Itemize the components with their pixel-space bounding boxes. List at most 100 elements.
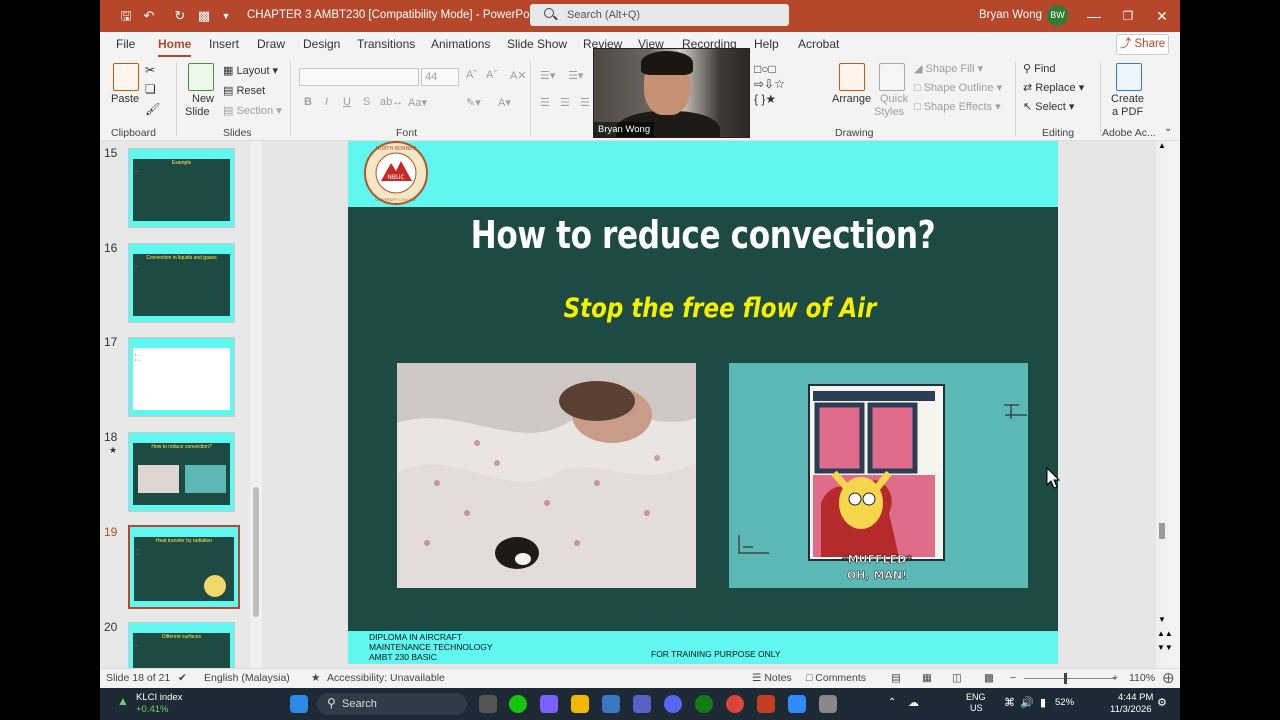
align-right-icon[interactable]: ☰ [580, 96, 590, 109]
create-pdf-icon[interactable] [1116, 63, 1142, 91]
current-slide[interactable]: NBUC NORTH BORNEO UNIVERSITY COLLEGE How… [348, 141, 1058, 664]
slide-thumbnail[interactable]: Example... [128, 148, 235, 228]
find-button[interactable]: ⚲ Find [1023, 62, 1056, 75]
show-hidden-icons-icon[interactable]: ⌃ [888, 697, 896, 708]
language-indicator-2[interactable]: US [970, 703, 983, 713]
slide-thumbnail[interactable]: Convection in liquids and gases... [128, 243, 235, 323]
file-explorer-icon[interactable] [571, 695, 589, 713]
paste-button[interactable]: Paste [111, 93, 139, 105]
format-painter-icon[interactable]: 🖌 [145, 102, 160, 116]
cloud-icon[interactable]: ☁ [908, 696, 919, 709]
user-name[interactable]: Bryan Wong [979, 9, 1042, 21]
font-color-icon[interactable]: A▾ [498, 96, 511, 109]
cartoon-window-image[interactable]: *MUFFLED* OH, MAN! [729, 363, 1028, 588]
taskbar-search[interactable]: ⚲ Search [317, 693, 467, 715]
undo-icon[interactable]: ↶ [141, 8, 157, 24]
app-icon[interactable] [509, 695, 527, 713]
scroll-down-icon[interactable]: ▼ [1158, 615, 1166, 624]
clear-format-icon[interactable]: A✕ [510, 69, 527, 82]
shape-outline-button[interactable]: □ Shape Outline ▾ [914, 81, 1002, 94]
fit-slide-icon[interactable]: ⨁ [1163, 672, 1174, 684]
copilot-icon[interactable] [540, 695, 558, 713]
tab-insert[interactable]: Insert [209, 37, 239, 51]
restore-icon[interactable]: ❐ [1118, 6, 1138, 26]
zoom-slider-thumb[interactable] [1064, 673, 1067, 684]
arrange-icon[interactable] [839, 63, 865, 91]
shape-effects-button[interactable]: □ Shape Effects ▾ [914, 100, 1001, 113]
align-center-icon[interactable]: ☰ [560, 96, 570, 109]
quick-styles-icon[interactable] [879, 63, 905, 91]
arrange-button[interactable]: Arrange [832, 93, 871, 105]
shapes-gallery[interactable]: □○□ ⇨⇩☆{ }★ [754, 62, 826, 112]
scrollbar-thumb[interactable] [1159, 523, 1165, 539]
notification-icon[interactable]: ⚙ [1157, 696, 1167, 709]
avatar[interactable]: BW [1047, 5, 1068, 26]
cut-icon[interactable]: ✂ [145, 63, 155, 77]
language-indicator[interactable]: ENG [966, 692, 986, 702]
battery-icon[interactable]: ▮ [1040, 696, 1046, 709]
shape-fill-button[interactable]: ◢ Shape Fill ▾ [914, 62, 983, 75]
video-overlay[interactable]: Bryan Wong [593, 48, 750, 138]
teams-icon[interactable] [633, 695, 651, 713]
character-spacing-icon[interactable]: ab↔ [380, 96, 403, 108]
save-icon[interactable]: 🖫 [118, 8, 134, 24]
zoom-out-icon[interactable]: − [1010, 672, 1016, 684]
editor-scrollbar[interactable]: ▲ ▼ ▲▲ ▼▼ [1156, 141, 1173, 668]
normal-view-icon[interactable]: ▤ [891, 672, 901, 684]
next-slide-icon[interactable]: ▼▼ [1157, 643, 1173, 652]
tab-design[interactable]: Design [303, 37, 340, 51]
scroll-up-icon[interactable]: ▲ [1158, 141, 1166, 150]
notes-button[interactable]: ☰ Notes [752, 672, 792, 684]
font-size-select[interactable]: 44 [421, 68, 459, 86]
copy-icon[interactable]: ❏ [145, 82, 156, 96]
accessibility-status[interactable]: Accessibility: Unavailable [327, 672, 445, 684]
slide-subtitle[interactable]: Stop the free flow of Air [404, 293, 1036, 324]
tab-acrobat[interactable]: Acrobat [798, 37, 839, 51]
tab-home[interactable]: Home [158, 37, 192, 57]
tab-slide-show[interactable]: Slide Show [507, 37, 567, 51]
spellcheck-icon[interactable]: ✔ [178, 672, 187, 684]
task-view-icon[interactable] [479, 695, 497, 713]
new-slide-label[interactable]: New [192, 93, 214, 105]
strikethrough-button[interactable]: S [363, 96, 370, 108]
powerpoint-icon[interactable] [757, 695, 775, 713]
scrollbar-thumb[interactable] [253, 487, 259, 617]
reset-button[interactable]: ▤ Reset [223, 84, 265, 97]
slide-title[interactable]: How to reduce convection? [412, 213, 994, 257]
tab-draw[interactable]: Draw [257, 37, 285, 51]
reading-view-icon[interactable]: ◫ [952, 672, 962, 684]
quick-styles-label[interactable]: Quick [880, 93, 908, 105]
highlight-icon[interactable]: ✎▾ [466, 96, 481, 109]
clock-time[interactable]: 4:44 PM [1118, 692, 1153, 703]
shrink-font-icon[interactable]: Aˇ [486, 69, 497, 81]
collapse-ribbon-icon[interactable]: ⌄ [1164, 123, 1172, 134]
slide-thumbnail[interactable]: How to reduce convection? [128, 432, 235, 512]
font-name-select[interactable] [299, 68, 419, 86]
align-left-icon[interactable]: ☰ [540, 96, 550, 109]
redo-icon[interactable]: ↻ [172, 8, 188, 24]
chrome-icon[interactable] [726, 695, 744, 713]
previous-slide-icon[interactable]: ▲▲ [1157, 629, 1173, 638]
italic-button[interactable]: I [325, 96, 328, 108]
quick-styles-label-2[interactable]: Styles [874, 106, 904, 118]
windows-start-icon[interactable] [290, 695, 308, 713]
bullets-icon[interactable]: ☰▾ [540, 69, 555, 82]
comments-button[interactable]: □ Comments [806, 672, 866, 684]
volume-icon[interactable]: 🔊 [1020, 696, 1034, 709]
layout-button[interactable]: ▦ Layout ▾ [223, 64, 278, 77]
zoom-slider[interactable] [1024, 678, 1116, 679]
photo-person-under-blanket[interactable] [397, 363, 696, 588]
slide-sorter-icon[interactable]: ▦ [922, 672, 932, 684]
zoom-in-icon[interactable]: + [1112, 672, 1118, 684]
slideshow-view-icon[interactable]: ▩ [984, 672, 994, 684]
paste-icon[interactable] [113, 63, 139, 91]
replace-button[interactable]: ⇄ Replace ▾ [1023, 81, 1084, 94]
create-pdf-label-2[interactable]: a PDF [1112, 106, 1143, 118]
create-pdf-label[interactable]: Create [1111, 93, 1144, 105]
select-button[interactable]: ↖ Select ▾ [1023, 100, 1074, 113]
change-case-icon[interactable]: Aa▾ [408, 96, 427, 109]
wifi-icon[interactable]: ⌘ [1004, 696, 1015, 709]
language-label[interactable]: English (Malaysia) [204, 672, 290, 684]
stock-name[interactable]: KLCI index [136, 692, 182, 703]
search-box[interactable]: Search (Alt+Q) [530, 4, 789, 26]
